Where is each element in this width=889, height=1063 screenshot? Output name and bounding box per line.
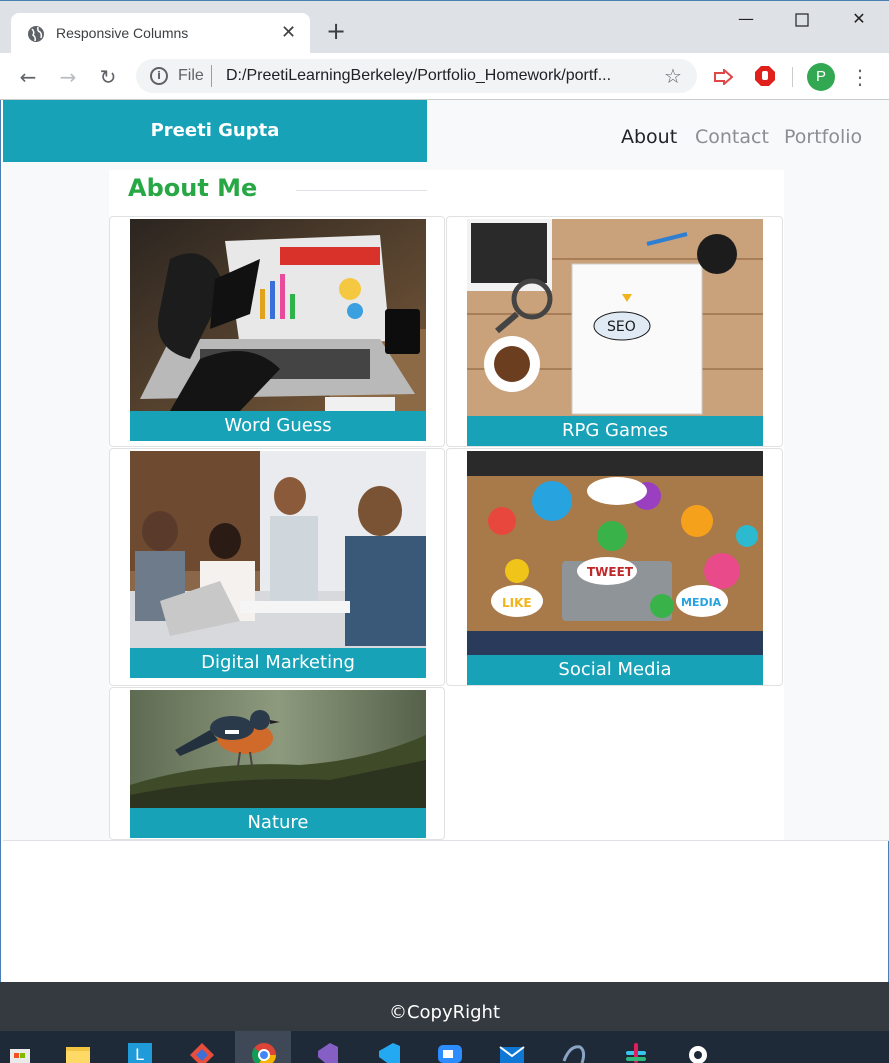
minimize-icon[interactable]: — <box>731 9 761 33</box>
tab-title: Responsive Columns <box>56 25 189 41</box>
browser-tab[interactable]: Responsive Columns ✕ <box>11 13 310 55</box>
file-explorer-icon[interactable] <box>64 1041 92 1063</box>
globe-icon <box>28 26 44 42</box>
settings-gear-icon[interactable] <box>684 1041 712 1063</box>
bird-on-branch-photo <box>130 690 426 808</box>
browser-tab-strip: Responsive Columns ✕ + — ✕ <box>0 0 889 55</box>
card-caption: RPG Games <box>467 416 763 446</box>
windows-taskbar: L <box>0 1031 889 1063</box>
card-caption: Digital Marketing <box>130 648 426 678</box>
menu-kebab-icon[interactable]: ⋮ <box>850 63 870 91</box>
svg-text:MEDIA: MEDIA <box>681 596 722 609</box>
seo-notebook-desk-photo: SEO <box>467 219 763 416</box>
adblock-icon[interactable] <box>754 65 776 87</box>
portfolio-card-nature[interactable]: Nature <box>109 687 445 840</box>
profile-avatar[interactable]: P <box>807 63 835 91</box>
store-icon[interactable] <box>6 1041 34 1063</box>
address-bar[interactable]: i File D:/PreetiLearningBerkeley/Portfol… <box>136 59 697 93</box>
url-scheme-label: File <box>178 67 204 84</box>
url-text[interactable]: D:/PreetiLearningBerkeley/Portfolio_Home… <box>226 67 611 85</box>
reload-icon[interactable]: ↻ <box>94 63 122 91</box>
url-separator <box>211 65 212 87</box>
mysql-workbench-icon[interactable] <box>560 1041 588 1063</box>
web-page: Preeti Gupta About Contact Portfolio Abo… <box>0 100 889 982</box>
social-media-icons-table-photo: TWEET LIKE MEDIA <box>467 451 763 655</box>
portfolio-card-digital-marketing[interactable]: Digital Marketing <box>109 448 445 686</box>
extension-arrow-icon[interactable] <box>713 69 733 85</box>
maximize-icon[interactable] <box>787 9 817 33</box>
content-container: About Me Word Guess SEO RPG Games Digita… <box>109 170 784 840</box>
svg-text:LIKE: LIKE <box>502 596 532 610</box>
bookmark-star-icon[interactable]: ☆ <box>664 64 682 88</box>
svg-text:TWEET: TWEET <box>587 565 634 579</box>
nav-link-about[interactable]: About <box>621 126 677 148</box>
launcher-l-icon[interactable]: L <box>126 1041 154 1063</box>
chrome-icon[interactable] <box>250 1041 278 1063</box>
git-tool-icon[interactable] <box>188 1041 216 1063</box>
card-caption: Social Media <box>467 655 763 685</box>
info-icon[interactable]: i <box>150 67 168 85</box>
portfolio-card-rpg-games[interactable]: SEO RPG Games <box>446 216 783 447</box>
toolbar-separator <box>792 67 793 87</box>
window-close-icon[interactable]: ✕ <box>844 9 874 33</box>
back-arrow-icon[interactable]: ← <box>14 63 42 91</box>
nav-link-contact[interactable]: Contact <box>695 126 769 148</box>
portfolio-card-word-guess[interactable]: Word Guess <box>109 216 445 447</box>
page-footer: ©CopyRight <box>0 982 889 1031</box>
laptop-reputation-chart-photo <box>130 219 426 411</box>
svg-text:L: L <box>135 1045 144 1063</box>
tab-close-icon[interactable]: ✕ <box>281 22 296 43</box>
svg-text:SEO: SEO <box>607 319 636 335</box>
visual-studio-icon[interactable] <box>312 1041 340 1063</box>
card-caption: Word Guess <box>130 411 426 441</box>
heading-divider <box>296 190 427 191</box>
team-meeting-photo <box>130 451 426 648</box>
forward-arrow-icon[interactable]: → <box>54 63 82 91</box>
page-title: About Me <box>128 174 258 202</box>
navbar-brand[interactable]: Preeti Gupta <box>3 100 427 162</box>
vscode-icon[interactable] <box>374 1041 402 1063</box>
portfolio-card-social-media[interactable]: TWEET LIKE MEDIA Social Media <box>446 448 783 686</box>
zoom-icon[interactable] <box>436 1041 464 1063</box>
mail-icon[interactable] <box>498 1041 526 1063</box>
browser-toolbar: ← → ↻ i File D:/PreetiLearningBerkeley/P… <box>0 53 889 100</box>
nav-link-portfolio[interactable]: Portfolio <box>784 126 862 148</box>
slack-icon[interactable] <box>622 1041 650 1063</box>
new-tab-icon[interactable]: + <box>326 17 346 45</box>
card-caption: Nature <box>130 808 426 838</box>
